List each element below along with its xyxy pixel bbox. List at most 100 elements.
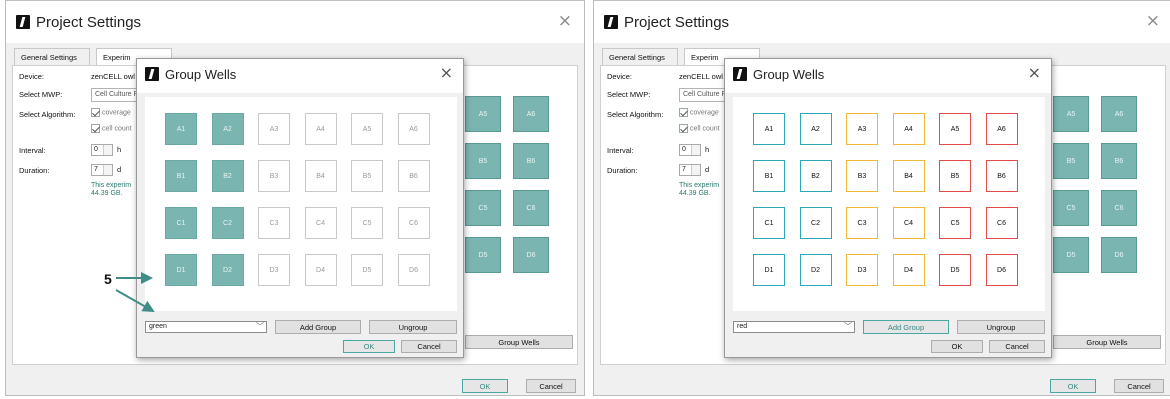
well-b3[interactable]: B3 — [846, 160, 878, 192]
well-c6[interactable]: C6 — [985, 207, 1018, 239]
well-plate-grid: A1 A2 A3 A4 A5 A6 B1 B2 B3 B4 B5 B6 C1 C2 C3 C4 C5 C6 D1 D2… — [145, 97, 457, 311]
bg-well: D6 — [513, 237, 549, 273]
well-c5[interactable]: C5 — [351, 207, 383, 239]
bg-well: C6 — [513, 190, 549, 226]
bg-well: C6 — [1101, 190, 1137, 226]
interval-spinner[interactable]: 0 — [91, 144, 113, 156]
well-c4[interactable]: C4 — [892, 207, 925, 239]
storage-note: This experim 44.39 GB. — [679, 182, 720, 197]
well-d4[interactable]: D4 — [892, 254, 925, 286]
well-b2[interactable]: B2 — [799, 160, 832, 192]
well-a3[interactable]: A3 — [846, 113, 878, 145]
well-d2[interactable]: D2 — [211, 254, 244, 286]
ok-button[interactable]: OK — [1050, 379, 1096, 393]
callout-number: 5 — [104, 271, 112, 287]
well-d3[interactable]: D3 — [846, 254, 878, 286]
close-icon[interactable]: × — [1028, 63, 1041, 82]
well-a3[interactable]: A3 — [258, 113, 290, 145]
well-d5[interactable]: D5 — [939, 254, 971, 286]
group-wells-dialog: Group Wells × A1 A2 A3 A4 A5 A6 B1 B2 B3 B4 B5 B6 C1… — [136, 58, 464, 358]
interval-spinner[interactable]: 0 — [679, 144, 701, 156]
duration-spinner[interactable]: 7 — [679, 164, 701, 176]
dialog-ok-button[interactable]: OK — [343, 340, 395, 353]
well-c6[interactable]: C6 — [397, 207, 430, 239]
close-icon[interactable]: × — [558, 11, 572, 31]
cancel-button[interactable]: Cancel — [1114, 379, 1164, 393]
close-icon[interactable]: × — [440, 63, 453, 82]
algorithm-label: Select Algorithm: — [19, 110, 76, 119]
mwp-select[interactable]: Cell Culture P — [91, 88, 139, 102]
dialog-ok-button[interactable]: OK — [931, 340, 983, 353]
well-b4[interactable]: B4 — [304, 160, 337, 192]
well-c2[interactable]: C2 — [799, 207, 832, 239]
well-d6[interactable]: D6 — [397, 254, 430, 286]
title-bar: Project Settings × — [594, 1, 1170, 43]
well-a4[interactable]: A4 — [304, 113, 337, 145]
dialog-cancel-button[interactable]: Cancel — [401, 340, 457, 353]
well-d2[interactable]: D2 — [799, 254, 832, 286]
well-a5[interactable]: A5 — [939, 113, 971, 145]
mwp-select[interactable]: Cell Culture P — [679, 88, 727, 102]
cell-count-checkbox[interactable]: cell count — [91, 124, 132, 133]
well-a2[interactable]: A2 — [211, 113, 244, 145]
well-c3[interactable]: C3 — [846, 207, 878, 239]
well-b5[interactable]: B5 — [351, 160, 383, 192]
add-group-button[interactable]: Add Group — [863, 320, 949, 334]
well-b4[interactable]: B4 — [892, 160, 925, 192]
well-d1[interactable]: D1 — [753, 254, 785, 286]
group-wells-button[interactable]: Group Wells — [465, 335, 573, 349]
tab-general-settings[interactable]: General Settings — [14, 48, 90, 66]
duration-label: Duration: — [19, 166, 50, 175]
coverage-checkbox[interactable]: coverage — [91, 108, 131, 117]
well-c4[interactable]: C4 — [304, 207, 337, 239]
bg-well: A5 — [1053, 96, 1089, 132]
well-b6[interactable]: B6 — [397, 160, 430, 192]
well-c2[interactable]: C2 — [211, 207, 244, 239]
ok-button[interactable]: OK — [462, 379, 508, 393]
well-d4[interactable]: D4 — [304, 254, 337, 286]
ungroup-button[interactable]: Ungroup — [957, 320, 1045, 334]
well-d1[interactable]: D1 — [165, 254, 197, 286]
well-a6[interactable]: A6 — [985, 113, 1018, 145]
cancel-button[interactable]: Cancel — [526, 379, 576, 393]
well-b2[interactable]: B2 — [211, 160, 244, 192]
well-d3[interactable]: D3 — [258, 254, 290, 286]
well-a2[interactable]: A2 — [799, 113, 832, 145]
dialog-title-bar: Group Wells × — [725, 59, 1051, 93]
tab-general-settings[interactable]: General Settings — [602, 48, 678, 66]
group-wells-button[interactable]: Group Wells — [1053, 335, 1161, 349]
dialog-cancel-button[interactable]: Cancel — [989, 340, 1045, 353]
well-b1[interactable]: B1 — [165, 160, 197, 192]
well-c3[interactable]: C3 — [258, 207, 290, 239]
algorithm-label: Select Algorithm: — [607, 110, 664, 119]
well-c5[interactable]: C5 — [939, 207, 971, 239]
well-a1[interactable]: A1 — [753, 113, 785, 145]
group-wells-dialog: Group Wells × A1 A2 A3 A4 A5 A6 B1 B2 B3 B4 B5 B6 C1… — [724, 58, 1052, 358]
dialog-title: Group Wells — [753, 67, 825, 82]
well-b3[interactable]: B3 — [258, 160, 290, 192]
close-icon[interactable]: × — [1146, 11, 1160, 31]
well-b5[interactable]: B5 — [939, 160, 971, 192]
well-d6[interactable]: D6 — [985, 254, 1018, 286]
well-b6[interactable]: B6 — [985, 160, 1018, 192]
device-label: Device: — [19, 72, 45, 81]
duration-spinner[interactable]: 7 — [91, 164, 113, 176]
spinner-arrows-icon — [103, 145, 112, 155]
bg-well: B5 — [1053, 143, 1089, 179]
well-a1[interactable]: A1 — [165, 113, 197, 145]
chevron-down-icon: ﹀ — [256, 322, 264, 331]
cell-count-checkbox[interactable]: cell count — [679, 124, 720, 133]
group-color-select[interactable]: red ﹀ — [733, 321, 855, 333]
add-group-button[interactable]: Add Group — [275, 320, 361, 334]
well-c1[interactable]: C1 — [165, 207, 197, 239]
well-a5[interactable]: A5 — [351, 113, 383, 145]
well-c1[interactable]: C1 — [753, 207, 785, 239]
well-b1[interactable]: B1 — [753, 160, 785, 192]
ungroup-button[interactable]: Ungroup — [369, 320, 457, 334]
well-a4[interactable]: A4 — [892, 113, 925, 145]
coverage-checkbox[interactable]: coverage — [679, 108, 719, 117]
well-a6[interactable]: A6 — [397, 113, 430, 145]
well-d5[interactable]: D5 — [351, 254, 383, 286]
interval-label: Interval: — [607, 146, 634, 155]
group-color-select[interactable]: green ﹀ — [145, 321, 267, 333]
